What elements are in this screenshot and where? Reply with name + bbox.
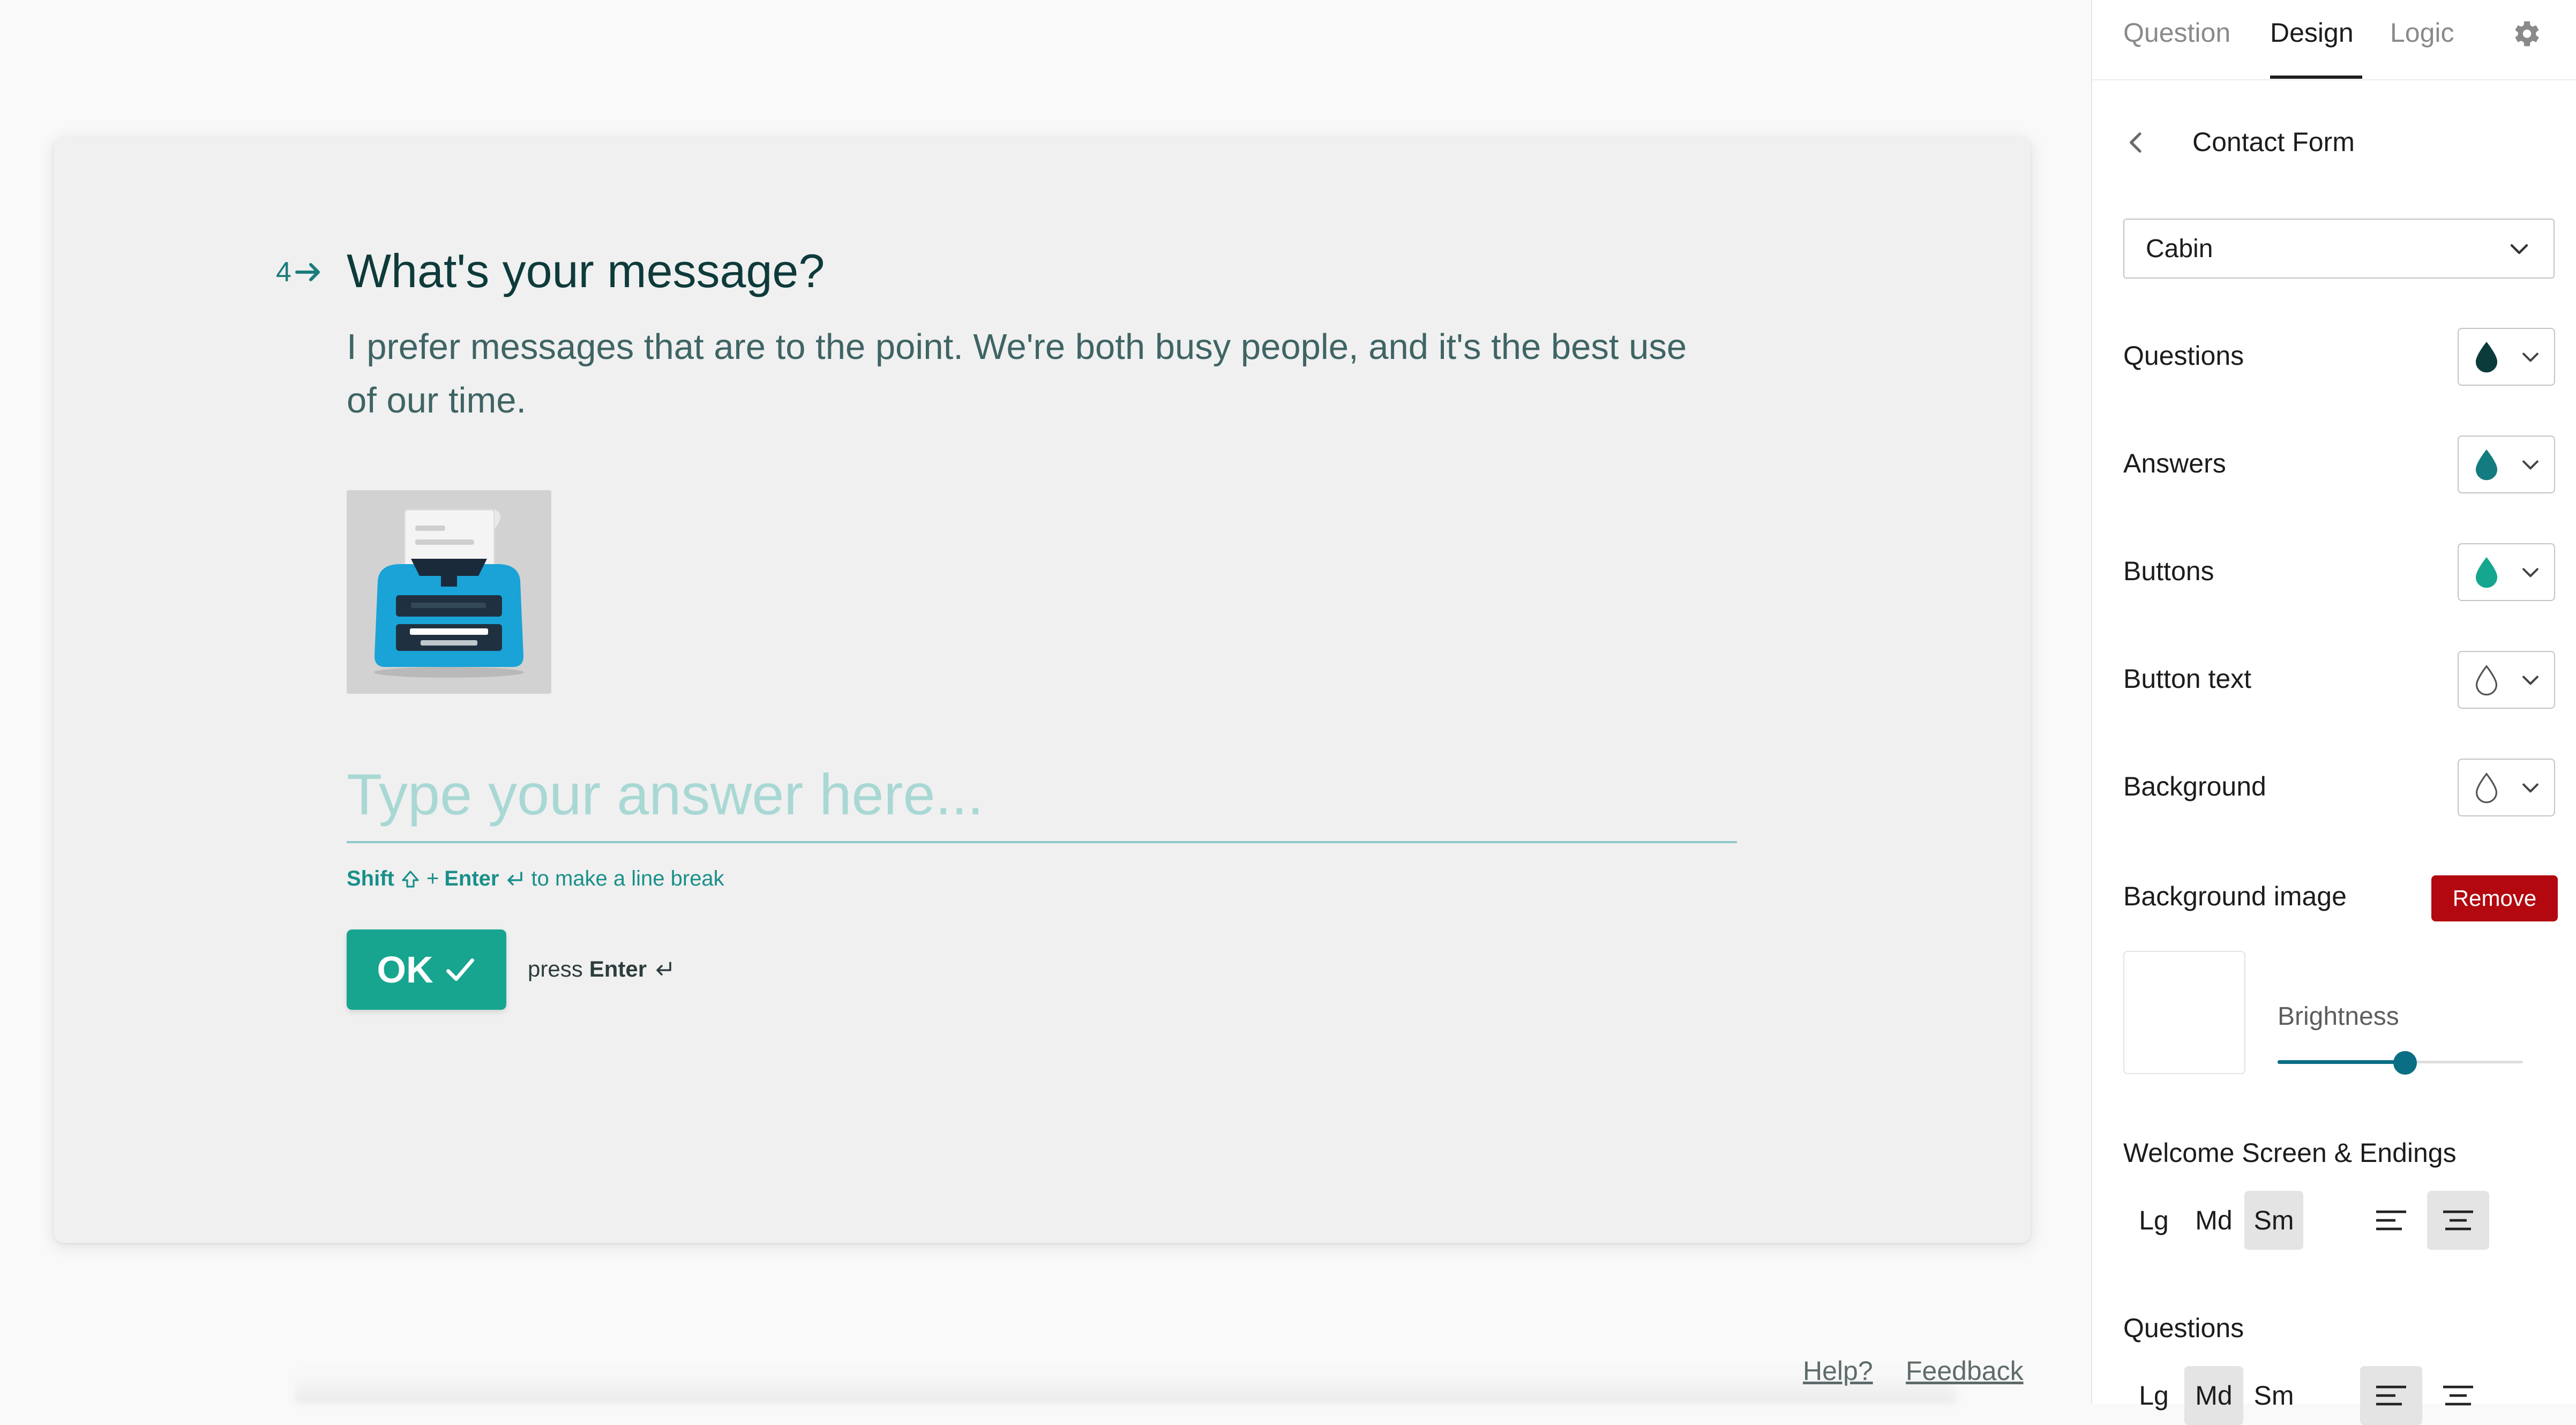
question-align-center[interactable]: [2427, 1366, 2489, 1425]
chevron-down-icon: [2522, 783, 2538, 793]
form-title: Contact Form: [2192, 127, 2355, 157]
answer-input[interactable]: [347, 747, 1737, 843]
brightness-label: Brightness: [2278, 1002, 2399, 1031]
buttons-color-picker[interactable]: [2458, 543, 2555, 601]
align-left-icon: [2376, 1210, 2406, 1231]
welcome-align-center[interactable]: [2427, 1191, 2489, 1250]
answers-color-label: Answers: [2123, 448, 2226, 478]
remove-background-button[interactable]: Remove: [2431, 875, 2558, 921]
welcome-size-lg[interactable]: Lg: [2124, 1191, 2183, 1250]
question-number: 4: [276, 256, 323, 288]
background-color-label: Background: [2123, 771, 2266, 801]
question-title: What's your message?: [347, 244, 825, 297]
font-select[interactable]: Cabin: [2123, 219, 2555, 279]
typewriter-illustration: [347, 490, 551, 694]
chevron-down-icon: [2522, 352, 2538, 362]
chevron-down-icon: [2522, 568, 2538, 578]
droplet-icon: [2475, 342, 2498, 373]
brightness-slider-handle[interactable]: [2393, 1051, 2417, 1075]
hint-plus-text: +: [426, 867, 439, 890]
button-text-color-label: Button text: [2123, 664, 2252, 694]
panel-tabs: Question Design Logic: [2092, 0, 2576, 80]
button-text-color-picker[interactable]: [2458, 651, 2555, 709]
typewriter-icon: [374, 508, 524, 678]
droplet-icon: [2475, 449, 2498, 481]
help-link[interactable]: Help?: [1803, 1355, 1873, 1386]
question-size-lg[interactable]: Lg: [2124, 1366, 2183, 1425]
press-enter-key: Enter: [589, 956, 647, 981]
enter-key-icon: [507, 871, 523, 886]
arrow-right-icon: [295, 263, 320, 281]
next-question-shadow: [295, 1371, 1956, 1404]
feedback-link[interactable]: Feedback: [1906, 1355, 2024, 1386]
background-image-thumbnail[interactable]: [2123, 951, 2245, 1074]
align-center-icon: [2443, 1385, 2473, 1406]
welcome-screen-label: Welcome Screen & Endings: [2123, 1138, 2457, 1168]
chevron-down-icon: [2510, 244, 2528, 254]
questions-color-picker[interactable]: [2458, 328, 2555, 386]
design-panel: Question Design Logic Contact Form Cabin…: [2091, 0, 2576, 1425]
droplet-icon: [2475, 772, 2498, 804]
questions-size-label: Questions: [2123, 1313, 2244, 1343]
buttons-color-label: Buttons: [2123, 556, 2214, 586]
question-number-text: 4: [276, 257, 291, 288]
chevron-down-icon: [2522, 676, 2538, 685]
enter-key-icon: [656, 962, 671, 976]
tab-question[interactable]: Question: [2123, 17, 2230, 48]
welcome-size-md[interactable]: Md: [2184, 1191, 2243, 1250]
tab-logic[interactable]: Logic: [2390, 17, 2454, 48]
chevron-down-icon: [2522, 460, 2538, 470]
ok-button-label: OK: [377, 949, 433, 991]
press-enter-hint: press Enter: [528, 956, 675, 982]
line-break-hint: Shift + Enter to make a line break: [347, 867, 724, 891]
press-text: press: [528, 956, 583, 981]
welcome-align-left[interactable]: [2360, 1191, 2422, 1250]
font-select-value: Cabin: [2146, 234, 2213, 263]
question-size-sm[interactable]: Sm: [2244, 1366, 2303, 1425]
hint-description: to make a line break: [531, 867, 724, 890]
align-center-icon: [2443, 1210, 2473, 1231]
hint-enter-text: Enter: [444, 867, 499, 890]
chevron-left-icon[interactable]: [2121, 128, 2151, 158]
tab-design[interactable]: Design: [2270, 17, 2354, 48]
droplet-icon: [2475, 557, 2498, 588]
questions-color-label: Questions: [2123, 341, 2244, 371]
question-description: I prefer messages that are to the point.…: [347, 327, 1687, 421]
question-size-md[interactable]: Md: [2184, 1366, 2243, 1425]
background-image-label: Background image: [2123, 881, 2347, 911]
align-left-icon: [2376, 1385, 2406, 1406]
welcome-size-sm[interactable]: Sm: [2244, 1191, 2303, 1250]
droplet-icon: [2475, 665, 2498, 696]
gear-icon[interactable]: [2509, 17, 2542, 50]
active-tab-indicator: [2270, 76, 2362, 79]
ok-button[interactable]: OK: [347, 929, 506, 1010]
background-color-picker[interactable]: [2458, 759, 2555, 816]
brightness-slider-fill: [2278, 1060, 2406, 1064]
shift-key-icon: [402, 870, 419, 888]
hint-shift-text: Shift: [347, 867, 394, 890]
check-icon: [446, 958, 474, 981]
answers-color-picker[interactable]: [2458, 436, 2555, 493]
question-align-left[interactable]: [2360, 1366, 2422, 1425]
